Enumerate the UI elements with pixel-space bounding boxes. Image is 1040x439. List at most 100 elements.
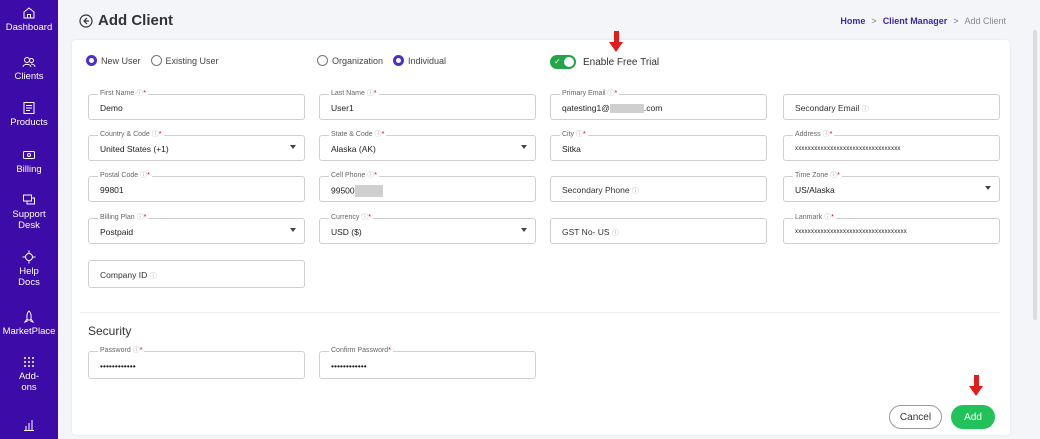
postal-code-field[interactable]: Postal Code ⓘ* 99801 [88, 171, 305, 202]
breadcrumb-current: Add Client [964, 16, 1006, 26]
secondary-phone-placeholder: Secondary Phone ⓘ [562, 185, 639, 195]
redacted-mask [354, 185, 383, 197]
page-header: Add Client [79, 12, 173, 29]
currency-select[interactable]: Currency ⓘ* USD ($) [319, 213, 536, 244]
country-code-select[interactable]: Country & Code ⓘ* United States (+1) [88, 130, 305, 161]
time-zone-value: US/Alaska [795, 185, 835, 195]
breadcrumb: Home > Client Manager > Add Client [840, 16, 1006, 26]
company-id-field[interactable]: Company ID ⓘ [88, 260, 305, 288]
secondary-email-field[interactable]: Secondary Email ⓘ [783, 94, 1000, 120]
help-icon: ⓘ [611, 230, 619, 237]
billing-icon [23, 151, 35, 159]
products-icon [23, 102, 35, 114]
primary-email-value: qatesting1@ .com [562, 103, 663, 114]
add-client-form: New User Existing User Organization Indi… [72, 40, 1010, 435]
existing-user-label: Existing User [165, 55, 219, 66]
individual-label: Individual [408, 55, 447, 66]
chevron-down-icon [985, 186, 991, 190]
free-trial-toggle[interactable]: ✓ [550, 55, 576, 69]
sidebar-item-products[interactable]: Products [0, 101, 58, 128]
field-label: Currency ⓘ* [329, 213, 374, 223]
sidebar-item-add-ons[interactable]: Add-ons [0, 355, 58, 393]
address-value: xxxxxxxxxxxxxxxxxxxxxxxxxxxxxxxxx [795, 146, 901, 152]
country-value: United States (+1) [100, 144, 169, 154]
city-value: Sitka [562, 144, 581, 154]
help-icon [22, 250, 36, 264]
help-icon: ⓘ [576, 131, 584, 138]
individual-radio[interactable] [393, 55, 405, 66]
client-type-group: Organization Individual [317, 55, 452, 66]
gst-field[interactable]: GST No- US ⓘ [550, 218, 767, 244]
address-field[interactable]: Address ⓘ* xxxxxxxxxxxxxxxxxxxxxxxxxxxxx… [783, 130, 1000, 161]
first-name-value: Demo [100, 103, 123, 113]
field-label: First Name ⓘ* [98, 89, 148, 99]
sidebar-item-help-docs[interactable]: Help Docs [0, 250, 58, 288]
city-field[interactable]: City ⓘ* Sitka [550, 130, 767, 161]
cancel-button[interactable]: Cancel [889, 405, 942, 429]
breadcrumb-client-manager[interactable]: Client Manager [883, 16, 948, 26]
sidebar-item-billing[interactable]: Billing [0, 148, 58, 175]
page-scrollbar[interactable] [1030, 0, 1040, 439]
gst-placeholder: GST No- US ⓘ [562, 227, 619, 237]
time-zone-select[interactable]: Time Zone ⓘ* US/Alaska [783, 171, 1000, 202]
scrollbar-thumb[interactable] [1033, 30, 1037, 320]
sidebar-item-label: Billing [16, 164, 42, 175]
organization-label: Organization [332, 55, 384, 66]
field-label: City ⓘ* [560, 130, 588, 140]
field-label: Billing Plan ⓘ* [98, 213, 149, 223]
sidebar-item-marketplace[interactable]: MarketPlace [0, 310, 58, 337]
existing-user-radio[interactable] [150, 55, 162, 66]
last-name-field[interactable]: Last Name ⓘ* User1 [319, 89, 536, 120]
user-type-group: New User Existing User [86, 55, 225, 66]
landmark-field[interactable]: Lanmark ⓘ* xxxxxxxxxxxxxxxxxxxxxxxxxxxxx… [783, 213, 1000, 244]
primary-email-field[interactable]: Primary Email ⓘ* qatesting1@ .com [550, 89, 767, 120]
sidebar-item-dashboard[interactable]: Dashboard [0, 6, 58, 33]
field-label: Primary Email ⓘ* [560, 89, 620, 99]
redacted-mask [609, 104, 644, 114]
free-trial-label: Enable Free Trial [583, 56, 660, 68]
page-title: Add Client [98, 12, 173, 29]
sidebar-item-label: Support Desk [12, 209, 46, 231]
field-label: Last Name ⓘ* [329, 89, 379, 99]
currency-value: USD ($) [331, 227, 362, 237]
state-code-select[interactable]: State & Code ⓘ* Alaska (AK) [319, 130, 536, 161]
billing-plan-value: Postpaid [100, 227, 134, 237]
sidebar-item-label: Dashboard [5, 22, 53, 33]
postal-code-value: 99801 [100, 185, 124, 195]
help-icon: ⓘ [132, 347, 140, 354]
chevron-down-icon [521, 228, 527, 232]
confirm-password-field[interactable]: Confirm Password* •••••••••••• [319, 346, 536, 379]
sidebar-item-label: Add-ons [18, 371, 40, 393]
new-user-radio[interactable] [86, 55, 97, 66]
help-icon: ⓘ [631, 188, 639, 195]
add-button[interactable]: Add [951, 405, 995, 429]
annotation-arrow [609, 31, 623, 53]
billing-plan-select[interactable]: Billing Plan ⓘ* Postpaid [88, 213, 305, 244]
breadcrumb-home[interactable]: Home [840, 16, 865, 26]
cell-phone-field[interactable]: Cell Phone ⓘ* 99500 [319, 171, 536, 202]
sidebar-item-label: Help Docs [18, 266, 40, 288]
company-id-placeholder: Company ID ⓘ [100, 270, 157, 280]
organization-radio[interactable] [317, 55, 328, 66]
field-label: Address ⓘ* [793, 130, 835, 140]
rocket-icon [23, 310, 35, 324]
help-icon: ⓘ [366, 90, 374, 97]
landmark-value: xxxxxxxxxxxxxxxxxxxxxxxxxxxxxxxxxxx [795, 229, 907, 235]
check-icon: ✓ [554, 57, 561, 66]
help-icon: ⓘ [374, 131, 382, 138]
back-arrow-icon[interactable] [79, 13, 93, 28]
divider [80, 312, 1000, 313]
users-icon [22, 57, 36, 68]
help-icon: ⓘ [151, 131, 159, 138]
field-label: Country & Code ⓘ* [98, 130, 164, 140]
secondary-phone-field[interactable]: Secondary Phone ⓘ [550, 176, 767, 202]
cell-phone-value: 99500 [331, 185, 383, 197]
sidebar-item-reports[interactable] [0, 418, 58, 432]
secondary-email-placeholder: Secondary Email ⓘ [795, 103, 869, 113]
sidebar-item-clients[interactable]: Clients [0, 55, 58, 82]
sidebar-item-support-desk[interactable]: Support Desk [0, 193, 58, 231]
sidebar-item-label: MarketPlace [2, 326, 56, 337]
password-field[interactable]: Password ⓘ* •••••••••••• [88, 346, 305, 379]
first-name-field[interactable]: First Name ⓘ* Demo [88, 89, 305, 120]
field-label: Time Zone ⓘ* [793, 171, 842, 181]
